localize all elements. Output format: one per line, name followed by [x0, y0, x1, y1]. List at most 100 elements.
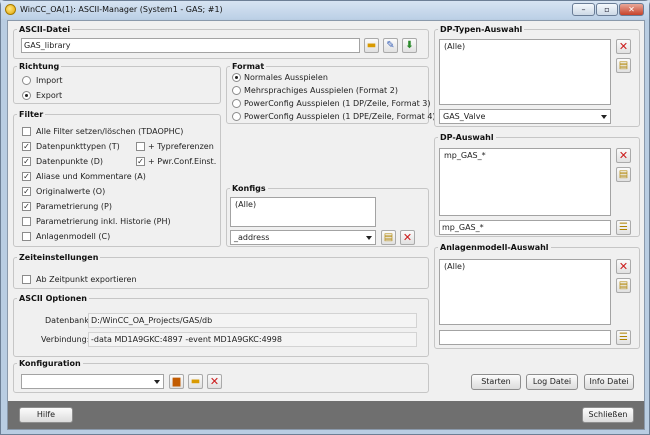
filter-param-history-checkbox[interactable]: [22, 217, 31, 226]
zeiteinstellungen-legend: Zeiteinstellungen: [19, 253, 99, 262]
konfigs-combo-value: _address: [234, 233, 270, 242]
dp-auswahl-add-button[interactable]: ▤: [616, 167, 631, 182]
dp-typen-list-item[interactable]: (Alle): [444, 42, 606, 51]
dp-auswahl-delete-button[interactable]: ✕: [616, 148, 631, 163]
open-folder-button[interactable]: ▬: [364, 38, 379, 53]
import-label: Import: [36, 76, 63, 85]
type-references-checkbox[interactable]: [136, 142, 145, 151]
save-icon: ▆: [172, 376, 181, 387]
filter-original-checkbox[interactable]: ✓: [22, 187, 31, 196]
info-datei-button[interactable]: Info Datei: [584, 374, 634, 390]
list-icon: ☰: [619, 222, 628, 233]
dp-auswahl-legend: DP-Auswahl: [440, 133, 494, 142]
anlagenmodell-input[interactable]: [439, 330, 611, 345]
anlagenmodell-legend: Anlagenmodell-Auswahl: [440, 243, 549, 252]
edit-file-button[interactable]: ✎: [383, 38, 398, 53]
filter-datapoints-checkbox[interactable]: ✓: [22, 157, 31, 166]
anlagenmodell-list-item[interactable]: (Alle): [444, 262, 606, 271]
dp-typen-list[interactable]: (Alle): [439, 39, 611, 105]
dp-auswahl-input[interactable]: mp_GAS_*: [439, 220, 611, 235]
delete-icon: ✕: [402, 231, 413, 244]
minimize-button[interactable]: –: [572, 3, 595, 16]
dp-auswahl-list-item[interactable]: mp_GAS_*: [444, 151, 606, 160]
filter-plant-model-label: Anlagenmodell (C): [36, 232, 111, 241]
folder-icon: ▬: [366, 40, 377, 51]
anlagenmodell-list[interactable]: (Alle): [439, 259, 611, 325]
title-bar: WinCC_OA(1): ASCII-Manager (System1 - GA…: [1, 1, 649, 19]
client-area: ASCII-Datei GAS_library ▬ ✎ ⬇ Richtung I…: [7, 20, 645, 430]
dp-auswahl-list[interactable]: mp_GAS_*: [439, 148, 611, 216]
folder-icon: ▬: [190, 376, 201, 387]
delete-icon: ✕: [209, 375, 220, 388]
delete-icon: ✕: [618, 260, 629, 273]
filter-param-checkbox[interactable]: ✓: [22, 202, 31, 211]
konfiguration-delete-button[interactable]: ✕: [207, 374, 222, 389]
anlagenmodell-add-button[interactable]: ▤: [616, 278, 631, 293]
filter-dptypes-label: Datenpunkttypen (T): [36, 142, 120, 151]
filter-all-checkbox[interactable]: [22, 127, 31, 136]
format-multilang-radio[interactable]: [232, 86, 241, 95]
chevron-down-icon: [154, 380, 160, 384]
konfigs-legend: Konfigs: [232, 184, 266, 193]
verbindung-field: -data MD1A9GKC:4897 -event MD1A9GKC:4998: [88, 332, 417, 347]
dp-typen-combo[interactable]: GAS_Valve: [439, 109, 611, 124]
from-time-checkbox[interactable]: [22, 275, 31, 284]
filter-dptypes-checkbox[interactable]: ✓: [22, 142, 31, 151]
main-window: WinCC_OA(1): ASCII-Manager (System1 - GA…: [0, 0, 650, 435]
log-datei-button[interactable]: Log Datei: [526, 374, 578, 390]
filter-aliases-label: Aliase und Kommentare (A): [36, 172, 146, 181]
chevron-down-icon: [366, 236, 372, 240]
ascii-file-input[interactable]: GAS_library: [21, 38, 360, 53]
type-references-label: + Typreferenzen: [148, 142, 214, 151]
schliessen-button[interactable]: Schließen: [582, 407, 634, 423]
format-multilang-label: Mehrsprachiges Ausspielen (Format 2): [244, 86, 398, 95]
datenbank-field: D:/WinCC_OA_Projects/GAS/db: [88, 313, 417, 328]
notepad-icon: ▤: [618, 169, 629, 180]
import-radio[interactable]: [22, 76, 31, 85]
konfigs-combo[interactable]: _address: [230, 230, 376, 245]
konfiguration-combo[interactable]: [21, 374, 164, 389]
import-file-button[interactable]: ⬇: [402, 38, 417, 53]
app-icon: [5, 4, 16, 15]
filter-param-history-label: Parametrierung inkl. Historie (PH): [36, 217, 171, 226]
konfigs-delete-button[interactable]: ✕: [400, 230, 415, 245]
ascii-optionen-legend: ASCII Optionen: [19, 294, 87, 303]
format-pc-dpe-label: PowerConfig Ausspielen (1 DPE/Zeile, For…: [244, 112, 436, 121]
maximize-button[interactable]: ▫: [596, 3, 618, 16]
format-pc-dp-label: PowerConfig Ausspielen (1 DP/Zeile, Form…: [244, 99, 431, 108]
datenbank-label: Datenbank:: [45, 316, 92, 325]
starten-button[interactable]: Starten: [471, 374, 521, 390]
edit-icon: ✎: [386, 40, 395, 51]
export-radio[interactable]: [22, 91, 31, 100]
filter-legend: Filter: [19, 110, 44, 119]
close-window-button[interactable]: ✕: [619, 3, 644, 16]
notepad-icon: ▤: [383, 232, 394, 243]
konfigs-add-button[interactable]: ▤: [381, 230, 396, 245]
delete-icon: ✕: [618, 40, 629, 53]
anlagenmodell-delete-button[interactable]: ✕: [616, 259, 631, 274]
format-pc-dp-radio[interactable]: [232, 99, 241, 108]
pwr-conf-checkbox[interactable]: ✓: [136, 157, 145, 166]
konfigs-list[interactable]: (Alle): [230, 197, 376, 227]
dp-typen-combo-value: GAS_Valve: [443, 112, 486, 121]
chevron-down-icon: [601, 115, 607, 119]
dp-typen-delete-button[interactable]: ✕: [616, 39, 631, 54]
konfiguration-save-button[interactable]: ▆: [169, 374, 184, 389]
dp-typen-add-button[interactable]: ▤: [616, 58, 631, 73]
bottom-bar: Hilfe Schließen: [8, 401, 644, 429]
hilfe-button[interactable]: Hilfe: [19, 407, 73, 423]
format-pc-dpe-radio[interactable]: [232, 112, 241, 121]
richtung-legend: Richtung: [19, 62, 60, 71]
konfigs-list-item[interactable]: (Alle): [235, 200, 371, 209]
anlagenmodell-list-button[interactable]: ☰: [616, 330, 631, 345]
from-time-label: Ab Zeitpunkt exportieren: [36, 275, 137, 284]
ascii-datei-legend: ASCII-Datei: [19, 25, 71, 34]
pwr-conf-label: + Pwr.Conf.Einst.: [148, 157, 217, 166]
filter-plant-model-checkbox[interactable]: [22, 232, 31, 241]
format-normal-radio[interactable]: [232, 73, 241, 82]
konfiguration-open-button[interactable]: ▬: [188, 374, 203, 389]
format-legend: Format: [232, 62, 265, 71]
dp-auswahl-list-button[interactable]: ☰: [616, 220, 631, 235]
filter-aliases-checkbox[interactable]: ✓: [22, 172, 31, 181]
dp-typen-legend: DP-Typen-Auswahl: [440, 25, 523, 34]
